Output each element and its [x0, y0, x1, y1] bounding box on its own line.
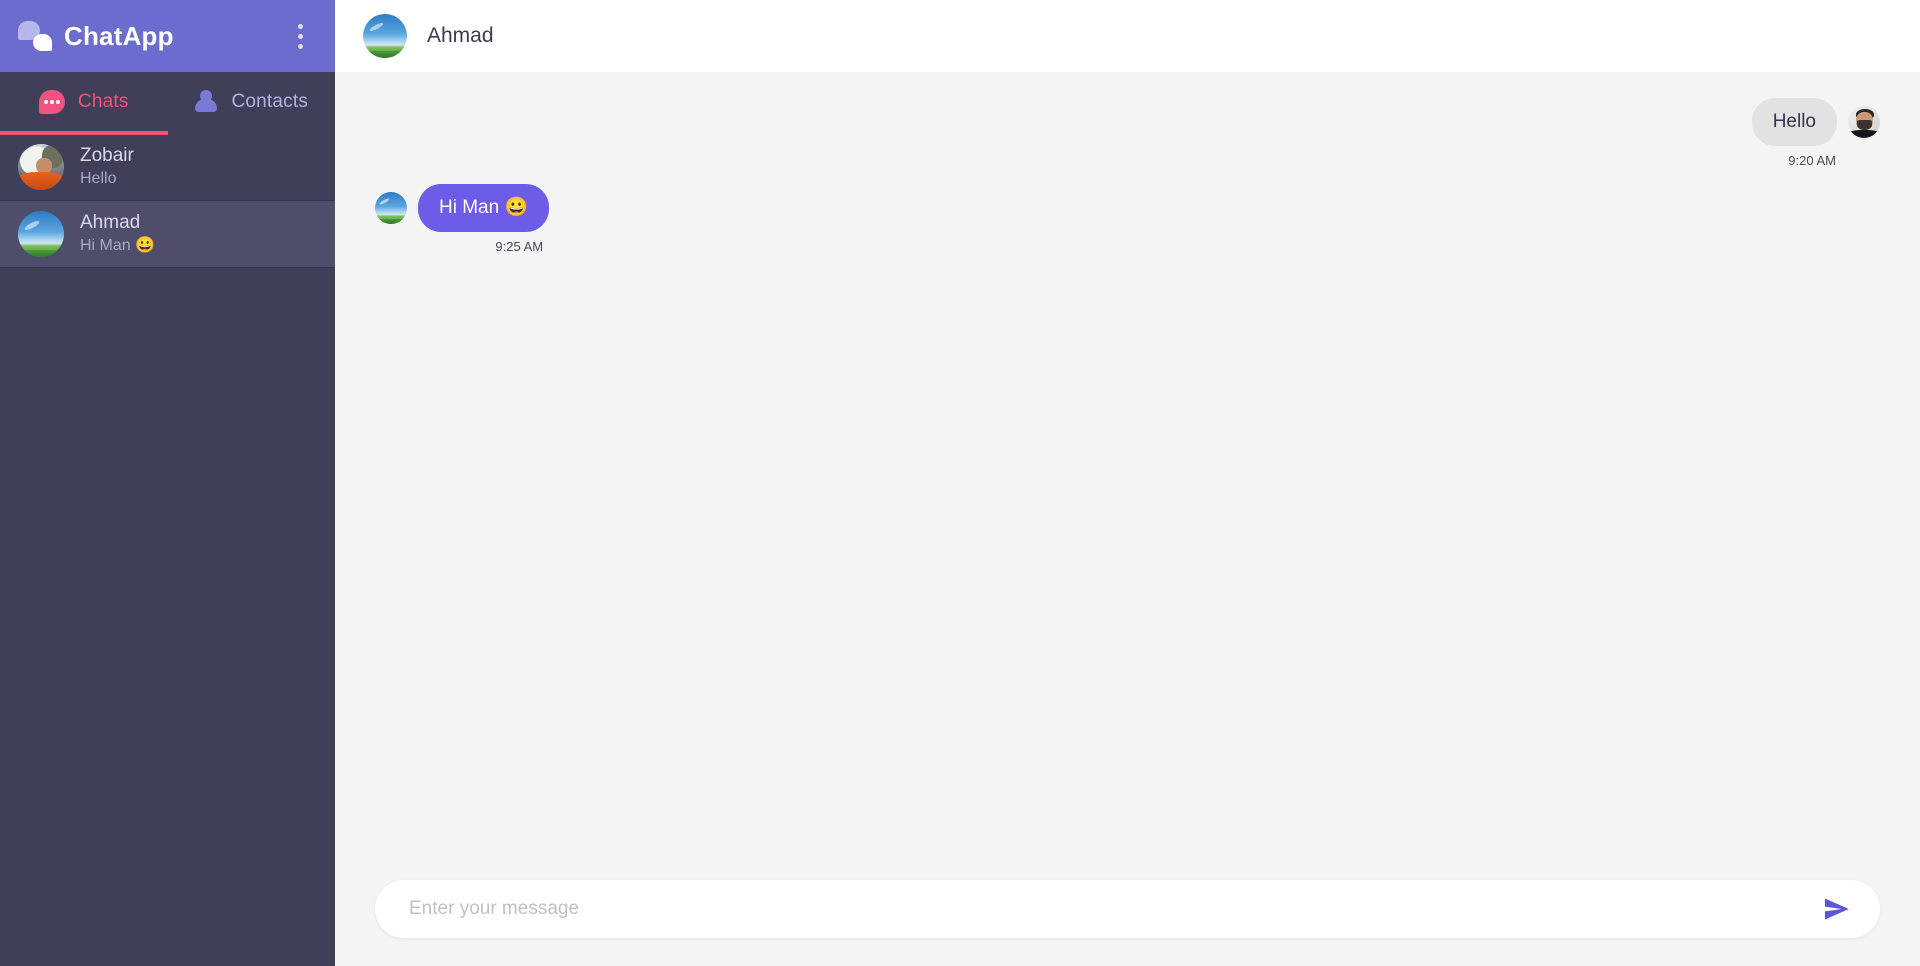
- avatar: [18, 211, 64, 257]
- chat-list-item-ahmad[interactable]: Ahmad Hi Man 😀: [0, 201, 335, 268]
- sidebar: ChatApp Chats Contacts Zobair Hello Ahma…: [0, 0, 335, 966]
- chat-list-item-name: Ahmad: [80, 212, 141, 233]
- chat-list: Zobair Hello Ahmad Hi Man 😀: [0, 134, 335, 966]
- person-icon: [194, 89, 218, 115]
- sidebar-tabs: Chats Contacts: [0, 72, 336, 135]
- kebab-menu-icon[interactable]: [287, 19, 313, 53]
- tab-chats[interactable]: Chats: [0, 72, 168, 135]
- chat-bubbles-icon: [18, 21, 52, 51]
- message-bubble: Hi Man 😀: [418, 184, 550, 232]
- message-timestamp: 9:25 AM: [495, 239, 544, 254]
- message-row-incoming: Hi Man 😀 9:25 AM: [375, 184, 1880, 254]
- composer: [375, 880, 1880, 938]
- message-avatar: [1848, 106, 1880, 138]
- message-bubble: Hello: [1751, 98, 1837, 146]
- chat-panel: Ahmad Hello 9:20 AM Hi Man 😀 9:25 AM Ent…: [335, 0, 1920, 966]
- chat-header-avatar: [363, 14, 407, 58]
- send-button[interactable]: [1816, 889, 1856, 929]
- chat-bubble-dots-icon: [38, 90, 65, 114]
- send-paper-plane-icon: [1824, 898, 1849, 920]
- chat-list-item-preview: Hello: [80, 170, 117, 187]
- message-avatar: [375, 192, 407, 224]
- chat-list-item-name: Zobair: [80, 145, 134, 166]
- chat-header: Ahmad: [335, 0, 1920, 72]
- chat-header-name: Ahmad: [427, 24, 494, 47]
- message-list: Hello 9:20 AM Hi Man 😀 9:25 AM: [335, 72, 1920, 880]
- tab-chats-label: Chats: [77, 91, 129, 112]
- chat-application: ChatApp Chats Contacts Zobair Hello Ahma…: [0, 0, 1920, 966]
- tab-contacts-label: Contacts: [231, 91, 309, 112]
- brand-bar: ChatApp: [0, 0, 335, 72]
- message-row-outgoing: Hello 9:20 AM: [375, 98, 1880, 168]
- chat-list-item-preview: Hi Man 😀: [80, 237, 156, 254]
- composer-container: [335, 880, 1920, 966]
- tab-contacts[interactable]: Contacts: [168, 72, 336, 134]
- app-title: ChatApp: [64, 20, 174, 51]
- message-input[interactable]: [409, 898, 1816, 920]
- avatar: [18, 144, 64, 190]
- message-timestamp: 9:20 AM: [1788, 153, 1836, 168]
- chat-list-item-zobair[interactable]: Zobair Hello: [0, 134, 335, 201]
